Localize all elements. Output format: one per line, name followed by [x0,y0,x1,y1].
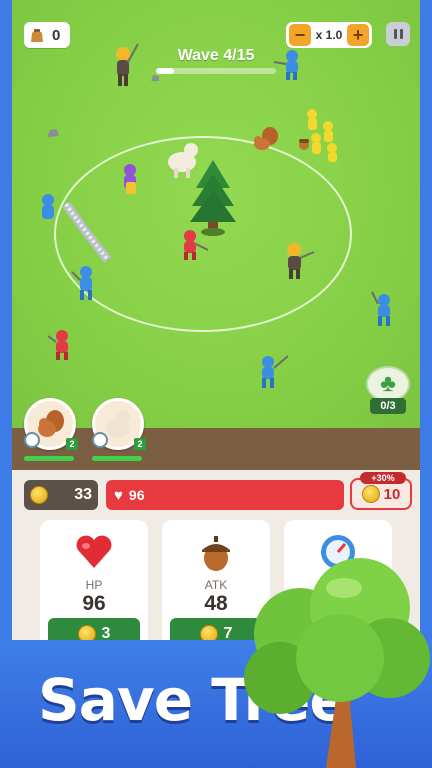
upgrade-card-hp[interactable]: HP 96 3 [40,520,148,660]
skill-icon [24,432,40,448]
lumberjack-enemy [287,243,315,279]
pet-level-badge: 2 [134,438,146,450]
rock-icon [47,129,59,137]
speed-plus-button[interactable]: + [346,24,369,46]
wave-progress-bar [156,68,276,74]
acorn-drop [299,139,309,150]
clover-count: 0/3 [370,398,406,414]
pet-hp-bar [24,456,74,461]
coin-icon [30,486,48,504]
red-axeman-enemy [47,330,68,360]
upgrade-label: HP [85,578,103,592]
bag-icon [31,29,43,42]
heal-bonus-tag: +30% [360,472,406,484]
speed-control: − x 1.0 + [286,22,372,48]
rock-icon [151,75,159,81]
pet-slot-squirrel[interactable]: 2 [24,398,82,461]
pet-slot-alpaca[interactable]: 2 [92,398,150,461]
upgrade-value: 96 [82,592,106,615]
skill-icon [92,432,108,448]
blue-axeman-enemy [71,266,92,300]
tree-illustration [244,558,430,768]
tree-hp-bar: ♥ 96 [106,480,344,510]
pause-icon [393,29,397,39]
pet-level-badge: 2 [66,438,78,450]
heart-icon [74,532,114,572]
inventory-count: 0 [52,26,61,44]
clover-powerup[interactable]: ♣ 0/3 [366,366,410,416]
speed-value: x 1.0 [315,28,343,42]
heart-icon: ♥ [114,486,123,504]
pause-button[interactable] [386,22,410,46]
inventory-button[interactable]: 0 [24,22,70,48]
heal-cost: 10 [383,485,401,503]
gold-counter: 33 [24,480,98,510]
gold-value: 33 [74,486,92,503]
tree-hp-value: 96 [128,487,145,503]
red-axeman-enemy [184,230,209,260]
blue-axeman-enemy [371,291,390,326]
clover-icon: ♣ [366,366,410,402]
wave-label: Wave 4/15 [177,47,255,64]
purple-hero [124,164,136,194]
pet-hp-bar [92,456,142,461]
yellow-squad-enemy [307,109,337,162]
blue-axeman-enemy [262,355,289,388]
acorn-icon [196,532,236,572]
squirrel-ally [254,127,278,150]
lumberjack-enemy [116,43,139,86]
speed-minus-button[interactable]: − [289,24,311,46]
coin-icon [361,485,380,503]
